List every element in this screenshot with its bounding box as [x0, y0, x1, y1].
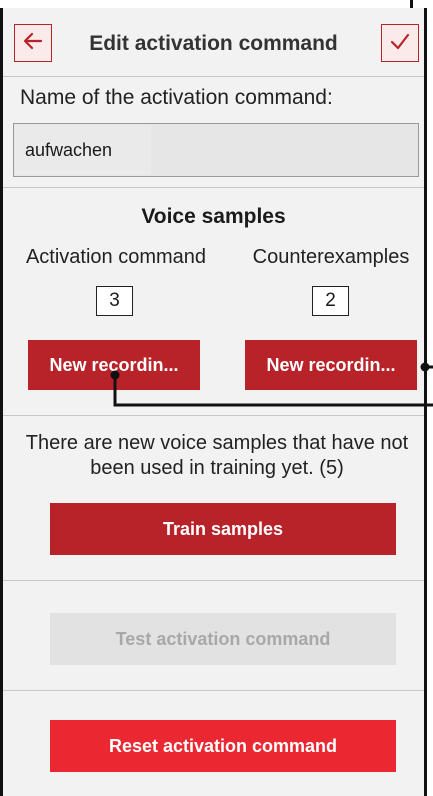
- confirm-button[interactable]: [381, 24, 419, 62]
- divider-samples: [3, 415, 424, 416]
- counterexamples-count: 2: [312, 286, 349, 316]
- divider-train: [3, 580, 424, 581]
- name-input[interactable]: aufwachen: [13, 123, 419, 177]
- activation-command-label: Activation command: [25, 246, 207, 268]
- checkmark-icon: [389, 30, 411, 57]
- test-activation-button[interactable]: Test activation command: [50, 613, 396, 665]
- page-title: Edit activation command: [89, 32, 338, 55]
- back-button[interactable]: [14, 24, 52, 62]
- app-header: Edit activation command: [3, 11, 424, 77]
- name-input-value: aufwachen: [15, 125, 151, 175]
- divider-test: [3, 690, 424, 691]
- training-info-text: There are new voice samples that have no…: [25, 432, 409, 479]
- train-samples-button[interactable]: Train samples: [50, 503, 396, 555]
- new-recording-activation-button[interactable]: New recordin...: [28, 340, 200, 390]
- reset-activation-button[interactable]: Reset activation command: [50, 720, 396, 772]
- counterexamples-label: Counterexamples: [252, 246, 410, 268]
- activation-count: 3: [96, 286, 133, 316]
- arrow-left-icon: [22, 30, 44, 57]
- name-label: Name of the activation command:: [20, 86, 333, 109]
- divider-name: [3, 187, 424, 188]
- divider-header: [3, 76, 424, 77]
- voice-samples-title: Voice samples: [141, 205, 286, 228]
- new-recording-counter-button[interactable]: New recordin...: [245, 340, 417, 390]
